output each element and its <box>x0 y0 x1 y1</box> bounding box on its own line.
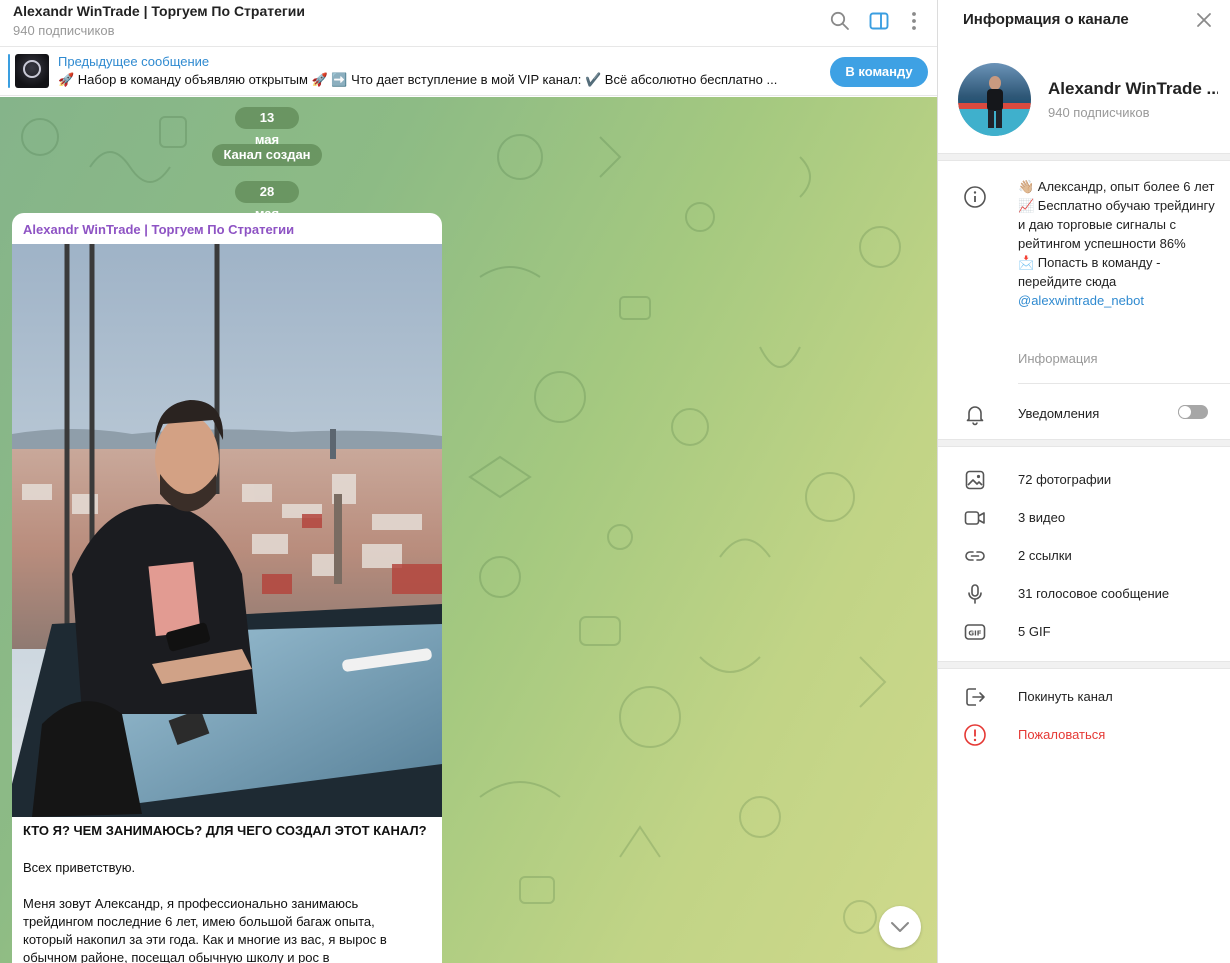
pinned-indicator <box>8 54 10 88</box>
link-icon <box>963 544 987 568</box>
channel-avatar[interactable] <box>958 63 1031 136</box>
photo-icon <box>963 468 987 492</box>
description-line: 📈 Бесплатно обучаю трейдингу и даю торго… <box>1018 198 1215 251</box>
description-caption: Информация <box>1018 351 1098 366</box>
notifications-toggle[interactable] <box>1178 405 1208 419</box>
pinned-title: Предыдущее сообщение <box>58 54 210 69</box>
channel-name: Alexandr WinTrade ... <box>1048 79 1218 98</box>
section-divider <box>938 439 1230 447</box>
date-pill: 13 мая <box>235 107 299 147</box>
channel-description: 👋🏼 Александр, опыт более 6 лет 📈 Бесплат… <box>1018 177 1218 310</box>
description-line: 📩 Попасть в команду - перейдите сюда <box>1018 255 1161 289</box>
media-voice[interactable]: 31 голосовое сообщение <box>1018 586 1169 601</box>
search-icon[interactable] <box>829 10 851 32</box>
pinned-text: 🚀 Набор в команду объявляю открытым 🚀 ➡️… <box>58 72 778 87</box>
report-button[interactable]: Пожаловаться <box>1018 727 1105 742</box>
panel-title: Информация о канале <box>963 11 1129 28</box>
info-icon <box>963 185 987 209</box>
media-links[interactable]: 2 ссылки <box>1018 548 1072 563</box>
row-divider <box>1018 383 1230 384</box>
chat-column: Alexandr WinTrade | Торгуем По Стратегии… <box>0 0 937 963</box>
media-photos[interactable]: 72 фотографии <box>1018 472 1111 487</box>
chevron-down-icon <box>891 922 909 932</box>
media-gif[interactable]: 5 GIF <box>1018 624 1051 639</box>
media-videos[interactable]: 3 видео <box>1018 510 1065 525</box>
join-team-button[interactable]: В команду <box>830 57 928 87</box>
bell-icon <box>963 402 987 426</box>
telegram-window: Alexandr WinTrade | Торгуем По Стратегии… <box>0 0 1230 963</box>
notifications-label[interactable]: Уведомления <box>1018 406 1099 421</box>
date-pill: 28 мая <box>235 181 299 221</box>
chat-header: Alexandr WinTrade | Торгуем По Стратегии… <box>0 0 937 47</box>
post-heading: КТО Я? ЧЕМ ЗАНИМАЮСЬ? ДЛЯ ЧЕГО СОЗДАЛ ЭТ… <box>23 823 427 838</box>
chat-background: 13 мая Канал создан 28 мая Alexandr WinT… <box>0 97 937 963</box>
section-divider <box>938 661 1230 669</box>
post-greeting: Всех приветствую. <box>23 860 136 875</box>
scroll-to-bottom-button[interactable] <box>879 906 921 948</box>
leave-icon <box>963 685 987 709</box>
chat-title[interactable]: Alexandr WinTrade | Торгуем По Стратегии <box>13 3 305 19</box>
microphone-icon <box>963 582 987 606</box>
channel-info-panel: Информация о канале Alexandr WinTrade ..… <box>937 0 1230 963</box>
description-line: 👋🏼 Александр, опыт более 6 лет <box>1018 179 1215 194</box>
pinned-message-bar[interactable]: Предыдущее сообщение 🚀 Набор в команду о… <box>0 48 937 96</box>
service-message: Канал создан <box>212 144 322 166</box>
section-divider <box>938 153 1230 161</box>
close-icon[interactable] <box>1194 10 1214 30</box>
post-body: Меня зовут Александр, я профессионально … <box>23 896 387 963</box>
channel-subscribers: 940 подписчиков <box>1048 105 1150 120</box>
leave-channel-button[interactable]: Покинуть канал <box>1018 689 1113 704</box>
video-icon <box>963 506 987 530</box>
channel-post: Alexandr WinTrade | Торгуем По Стратегии <box>12 213 442 963</box>
post-author[interactable]: Alexandr WinTrade | Торгуем По Стратегии <box>23 222 294 237</box>
more-menu-icon[interactable] <box>903 10 925 32</box>
sidebar-toggle-icon[interactable] <box>868 10 890 32</box>
warning-icon <box>963 723 987 747</box>
svg-text:GIF: GIF <box>968 630 981 638</box>
bot-link[interactable]: @alexwintrade_nebot <box>1018 291 1218 310</box>
chat-subscribers: 940 подписчиков <box>13 23 115 38</box>
photo-illustration <box>12 244 442 817</box>
post-photo[interactable] <box>12 244 442 817</box>
gif-icon: GIF <box>963 620 987 644</box>
pinned-thumbnail <box>15 54 49 88</box>
